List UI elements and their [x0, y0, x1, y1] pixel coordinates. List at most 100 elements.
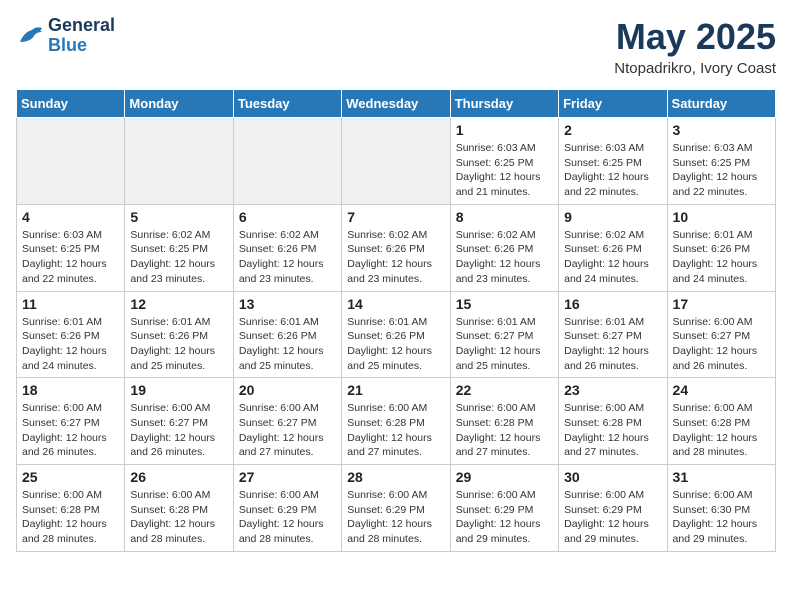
calendar-day-cell: 11Sunrise: 6:01 AM Sunset: 6:26 PM Dayli…	[17, 291, 125, 378]
day-number: 14	[347, 296, 444, 312]
calendar-day-cell: 14 Sunrise: 6:01 AM Sunset: 6:26 PM Dayli…	[342, 291, 450, 378]
day-number: 5	[130, 209, 227, 225]
weekday-header: Sunday	[17, 90, 125, 118]
day-number: 17	[673, 296, 770, 312]
logo-text: General Blue	[48, 16, 115, 56]
calendar-day-cell: 18Sunrise: 6:00 AM Sunset: 6:27 PM Dayli…	[17, 378, 125, 465]
weekday-header: Wednesday	[342, 90, 450, 118]
calendar-day-cell: 30Sunrise: 6:00 AM Sunset: 6:29 PM Dayli…	[559, 465, 667, 552]
day-info: Sunrise: 6:03 AM Sunset: 6:25 PM Dayligh…	[564, 141, 661, 200]
title-block: May 2025 Ntopadrikro, Ivory Coast	[614, 16, 776, 77]
page-header: General Blue May 2025 Ntopadrikro, Ivory…	[16, 16, 776, 77]
month-title: May 2025	[614, 16, 776, 58]
day-number: 16	[564, 296, 661, 312]
day-number: 2	[564, 122, 661, 138]
day-info: Sunrise: 6:01 AM Sunset: 6:26 PM Dayligh…	[347, 315, 444, 374]
day-info: Sunrise: 6:00 AM Sunset: 6:27 PM Dayligh…	[239, 401, 336, 460]
calendar-week-row: 25 Sunrise: 6:00 AM Sunset: 6:28 PM Dayli…	[17, 465, 776, 552]
day-number: 8	[456, 209, 553, 225]
day-info: Sunrise: 6:03 AM Sunset: 6:25 PM Dayligh…	[22, 228, 119, 287]
day-info: Sunrise: 6:02 AM Sunset: 6:25 PM Dayligh…	[130, 228, 227, 287]
day-number: 28	[347, 469, 444, 485]
weekday-header-row: SundayMondayTuesdayWednesdayThursdayFrid…	[17, 90, 776, 118]
day-info: Sunrise: 6:00 AM Sunset: 6:29 PM Dayligh…	[239, 488, 336, 547]
calendar-day-cell: 12 Sunrise: 6:01 AM Sunset: 6:26 PM Dayli…	[125, 291, 233, 378]
day-number: 22	[456, 382, 553, 398]
day-info: Sunrise: 6:02 AM Sunset: 6:26 PM Dayligh…	[239, 228, 336, 287]
calendar-day-cell: 4 Sunrise: 6:03 AM Sunset: 6:25 PM Daylig…	[17, 204, 125, 291]
calendar-day-cell: 8 Sunrise: 6:02 AM Sunset: 6:26 PM Daylig…	[450, 204, 558, 291]
calendar-week-row: 11 Sunrise: 6:01 AM Sunset: 6:26 PM Dayli…	[17, 291, 776, 378]
day-info: Sunrise: 6:01 AM Sunset: 6:26 PM Dayligh…	[239, 315, 336, 374]
calendar-day-cell: 31 Sunrise: 6:00 AM Sunset: 6:30 PM Dayli…	[667, 465, 775, 552]
day-info: Sunrise: 6:01 AM Sunset: 6:26 PM Dayligh…	[673, 228, 770, 287]
weekday-header: Tuesday	[233, 90, 341, 118]
day-info: Sunrise: 6:01 AM Sunset: 6:26 PM Dayligh…	[130, 315, 227, 374]
day-number: 15	[456, 296, 553, 312]
day-info: Sunrise: 6:00 AM Sunset: 6:29 PM Dayligh…	[347, 488, 444, 547]
calendar-week-row: 1 Sunrise: 6:03 AM Sunset: 6:25 PM Daylig…	[17, 118, 776, 205]
calendar-day-cell: 20 Sunrise: 6:00 AM Sunset: 6:27 PM Dayli…	[233, 378, 341, 465]
calendar-day-cell: 7 Sunrise: 6:02 AM Sunset: 6:26 PM Daylig…	[342, 204, 450, 291]
day-info: Sunrise: 6:00 AM Sunset: 6:28 PM Dayligh…	[673, 401, 770, 460]
day-number: 7	[347, 209, 444, 225]
day-number: 6	[239, 209, 336, 225]
calendar-day-cell: 27 Sunrise: 6:00 AM Sunset: 6:29 PM Dayli…	[233, 465, 341, 552]
day-number: 23	[564, 382, 661, 398]
day-number: 24	[673, 382, 770, 398]
calendar-week-row: 18Sunrise: 6:00 AM Sunset: 6:27 PM Dayli…	[17, 378, 776, 465]
day-number: 4	[22, 209, 119, 225]
day-number: 11	[22, 296, 119, 312]
day-number: 20	[239, 382, 336, 398]
day-number: 19	[130, 382, 227, 398]
calendar-day-cell: 10 Sunrise: 6:01 AM Sunset: 6:26 PM Dayli…	[667, 204, 775, 291]
day-number: 30	[564, 469, 661, 485]
day-number: 1	[456, 122, 553, 138]
calendar-day-cell	[233, 118, 341, 205]
calendar-week-row: 4 Sunrise: 6:03 AM Sunset: 6:25 PM Daylig…	[17, 204, 776, 291]
day-info: Sunrise: 6:03 AM Sunset: 6:25 PM Dayligh…	[456, 141, 553, 200]
calendar-day-cell: 2 Sunrise: 6:03 AM Sunset: 6:25 PM Daylig…	[559, 118, 667, 205]
calendar-day-cell: 17 Sunrise: 6:00 AM Sunset: 6:27 PM Dayli…	[667, 291, 775, 378]
day-info: Sunrise: 6:00 AM Sunset: 6:27 PM Dayligh…	[130, 401, 227, 460]
day-number: 31	[673, 469, 770, 485]
calendar-day-cell: 26 Sunrise: 6:00 AM Sunset: 6:28 PM Dayli…	[125, 465, 233, 552]
day-number: 10	[673, 209, 770, 225]
day-info: Sunrise: 6:01 AM Sunset: 6:27 PM Dayligh…	[564, 315, 661, 374]
logo-icon	[16, 22, 44, 50]
day-info: Sunrise: 6:00 AM Sunset: 6:28 PM Dayligh…	[130, 488, 227, 547]
day-info: Sunrise: 6:00 AM Sunset: 6:28 PM Dayligh…	[564, 401, 661, 460]
calendar-day-cell: 15 Sunrise: 6:01 AM Sunset: 6:27 PM Dayli…	[450, 291, 558, 378]
day-number: 27	[239, 469, 336, 485]
calendar-day-cell: 3Sunrise: 6:03 AM Sunset: 6:25 PM Daylig…	[667, 118, 775, 205]
calendar-day-cell: 9Sunrise: 6:02 AM Sunset: 6:26 PM Daylig…	[559, 204, 667, 291]
day-info: Sunrise: 6:02 AM Sunset: 6:26 PM Dayligh…	[347, 228, 444, 287]
calendar-day-cell: 28 Sunrise: 6:00 AM Sunset: 6:29 PM Dayli…	[342, 465, 450, 552]
calendar-day-cell: 16 Sunrise: 6:01 AM Sunset: 6:27 PM Dayli…	[559, 291, 667, 378]
calendar-day-cell: 23 Sunrise: 6:00 AM Sunset: 6:28 PM Dayli…	[559, 378, 667, 465]
weekday-header: Friday	[559, 90, 667, 118]
day-info: Sunrise: 6:00 AM Sunset: 6:28 PM Dayligh…	[347, 401, 444, 460]
day-info: Sunrise: 6:00 AM Sunset: 6:28 PM Dayligh…	[22, 488, 119, 547]
day-number: 12	[130, 296, 227, 312]
day-info: Sunrise: 6:00 AM Sunset: 6:30 PM Dayligh…	[673, 488, 770, 547]
calendar-table: SundayMondayTuesdayWednesdayThursdayFrid…	[16, 89, 776, 552]
calendar-day-cell	[17, 118, 125, 205]
day-number: 26	[130, 469, 227, 485]
weekday-header: Monday	[125, 90, 233, 118]
day-number: 9	[564, 209, 661, 225]
day-info: Sunrise: 6:02 AM Sunset: 6:26 PM Dayligh…	[456, 228, 553, 287]
day-info: Sunrise: 6:00 AM Sunset: 6:27 PM Dayligh…	[673, 315, 770, 374]
calendar-day-cell: 6 Sunrise: 6:02 AM Sunset: 6:26 PM Daylig…	[233, 204, 341, 291]
day-number: 29	[456, 469, 553, 485]
day-number: 25	[22, 469, 119, 485]
location: Ntopadrikro, Ivory Coast	[614, 60, 776, 77]
day-info: Sunrise: 6:01 AM Sunset: 6:27 PM Dayligh…	[456, 315, 553, 374]
day-number: 21	[347, 382, 444, 398]
day-info: Sunrise: 6:03 AM Sunset: 6:25 PM Dayligh…	[673, 141, 770, 200]
calendar-day-cell: 29Sunrise: 6:00 AM Sunset: 6:29 PM Dayli…	[450, 465, 558, 552]
day-info: Sunrise: 6:00 AM Sunset: 6:28 PM Dayligh…	[456, 401, 553, 460]
calendar-day-cell: 1 Sunrise: 6:03 AM Sunset: 6:25 PM Daylig…	[450, 118, 558, 205]
calendar-day-cell	[342, 118, 450, 205]
day-number: 13	[239, 296, 336, 312]
